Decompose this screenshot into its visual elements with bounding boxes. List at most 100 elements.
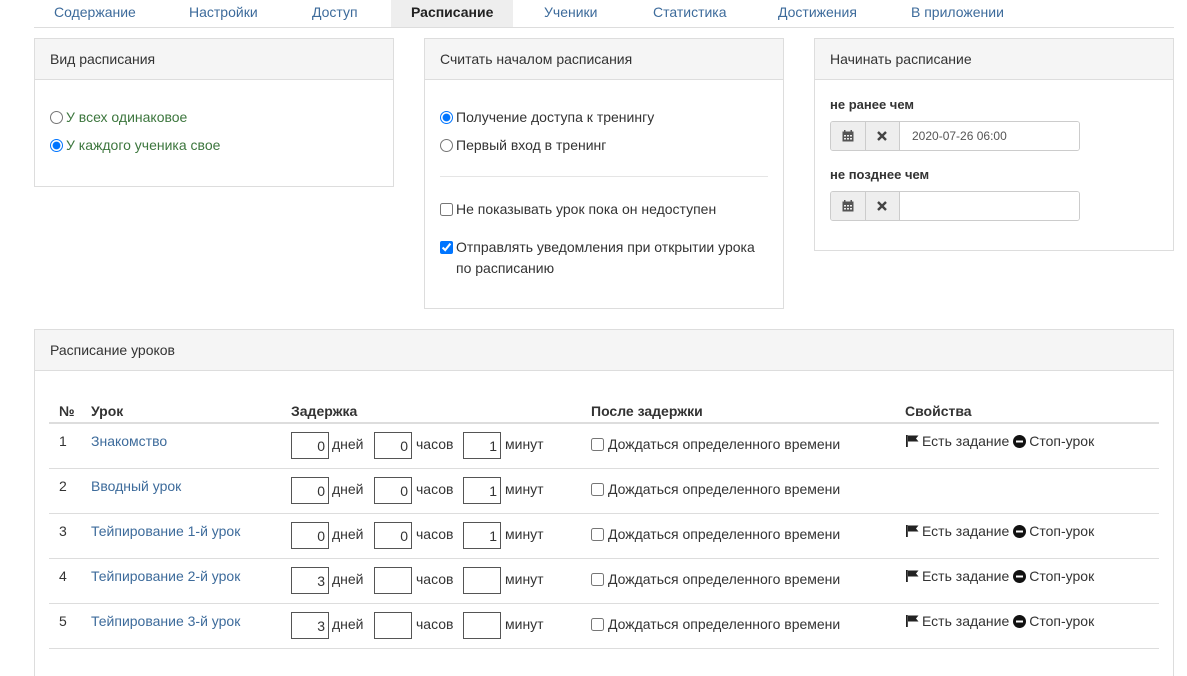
delay-days-input[interactable] (291, 477, 329, 504)
wait-specific-time-checkbox[interactable] (591, 572, 604, 586)
wait-specific-time-checkbox[interactable] (591, 617, 604, 631)
tab-bar: Содержание Настройки Доступ Расписание У… (34, 0, 1174, 28)
wait-specific-time-option[interactable]: Дождаться определенного времени (591, 481, 840, 497)
radio-individual[interactable] (50, 139, 63, 152)
hours-unit-label: часов (416, 526, 454, 542)
radio-option-individual[interactable]: У каждого ученика свое (50, 137, 220, 153)
stop-lesson-label: Стоп-урок (1029, 568, 1095, 584)
delay-minutes-input[interactable] (463, 432, 501, 459)
header-properties: Свойства (905, 403, 972, 419)
radio-access[interactable] (440, 111, 453, 124)
row-number: 4 (59, 568, 67, 584)
wait-specific-time-option[interactable]: Дождаться определенного времени (591, 526, 840, 542)
lesson-link[interactable]: Знакомство (91, 433, 167, 449)
tab-statistics[interactable]: Статистика (633, 0, 747, 26)
flag-icon (906, 570, 919, 582)
start-dates-panel: Начинать расписание не ранее чем не позд… (814, 38, 1174, 251)
delay-hours-input[interactable] (374, 477, 412, 504)
panel-title: Расписание уроков (35, 330, 1173, 371)
minutes-unit-label: минут (505, 526, 544, 542)
calendar-icon[interactable] (831, 192, 866, 220)
flag-icon (906, 525, 919, 537)
minus-circle-icon (1013, 569, 1027, 583)
wait-specific-time-checkbox[interactable] (591, 437, 604, 451)
delay-days-input[interactable] (291, 522, 329, 549)
clear-icon[interactable] (865, 122, 900, 150)
delay-days-input[interactable] (291, 612, 329, 639)
start-point-panel: Считать началом расписания Получение дос… (424, 38, 784, 309)
tab-settings[interactable]: Настройки (169, 0, 278, 26)
clear-icon[interactable] (865, 192, 900, 220)
schedule-type-panel: Вид расписания У всех одинаковое У каждо… (34, 38, 394, 187)
header-delay: Задержка (291, 403, 358, 419)
tab-in-app[interactable]: В приложении (891, 0, 1024, 26)
delay-minutes-input[interactable] (463, 522, 501, 549)
calendar-icon[interactable] (831, 122, 866, 150)
delay-minutes-input[interactable] (463, 477, 501, 504)
delay-hours-input[interactable] (374, 612, 412, 639)
tab-access[interactable]: Доступ (292, 0, 378, 26)
has-task-label: Есть задание (922, 523, 1010, 539)
checkbox-hide-unavailable[interactable] (440, 203, 453, 216)
delay-hours-input[interactable] (374, 567, 412, 594)
tab-content[interactable]: Содержание (34, 0, 156, 26)
delay-minutes-input[interactable] (463, 567, 501, 594)
header-lesson: Урок (91, 403, 124, 419)
lesson-link[interactable]: Вводный урок (91, 478, 181, 494)
wait-specific-time-checkbox[interactable] (591, 482, 604, 496)
tab-schedule[interactable]: Расписание (391, 0, 514, 27)
wait-specific-time-option[interactable]: Дождаться определенного времени (591, 616, 840, 632)
hours-unit-label: часов (416, 571, 454, 587)
delay-hours-input[interactable] (374, 432, 412, 459)
minutes-unit-label: минут (505, 571, 544, 587)
flag-icon (906, 435, 919, 447)
wait-specific-time-option[interactable]: Дождаться определенного времени (591, 436, 840, 452)
not-before-group (830, 121, 1080, 151)
checkbox-option-hide-unavailable[interactable]: Не показывать урок пока он недоступен (440, 201, 716, 217)
panel-title: Считать началом расписания (425, 39, 783, 80)
lesson-link[interactable]: Тейпирование 3-й урок (91, 613, 240, 629)
row-divider (49, 648, 1159, 649)
checkbox-option-notify[interactable]: Отправлять уведомления при открытии урок… (440, 239, 760, 279)
radio-option-access[interactable]: Получение доступа к тренингу (440, 109, 654, 125)
minutes-unit-label: минут (505, 436, 544, 452)
row-number: 2 (59, 478, 67, 494)
checkbox-notify[interactable] (440, 241, 453, 254)
divider (440, 176, 768, 177)
table-row: 4 Тейпирование 2-й урок дней часов минут Дожд… (49, 559, 1159, 604)
delay-days-input[interactable] (291, 567, 329, 594)
not-after-label: не позднее чем (830, 167, 930, 182)
not-before-input[interactable] (900, 122, 1079, 150)
radio-option-same[interactable]: У всех одинаковое (50, 109, 187, 125)
flag-icon (906, 615, 919, 627)
has-task-label: Есть задание (922, 568, 1010, 584)
delay-days-input[interactable] (291, 432, 329, 459)
lesson-link[interactable]: Тейпирование 1-й урок (91, 523, 240, 539)
not-after-group (830, 191, 1080, 221)
radio-option-first-login[interactable]: Первый вход в тренинг (440, 137, 606, 153)
wait-specific-time-option[interactable]: Дождаться определенного времени (591, 571, 840, 587)
hours-unit-label: часов (416, 436, 454, 452)
row-number: 3 (59, 523, 67, 539)
panel-title: Вид расписания (35, 39, 393, 80)
radio-same[interactable] (50, 111, 63, 124)
days-unit-label: дней (332, 571, 364, 587)
delay-hours-input[interactable] (374, 522, 412, 549)
delay-minutes-input[interactable] (463, 612, 501, 639)
radio-first-login[interactable] (440, 139, 453, 152)
days-unit-label: дней (332, 481, 364, 497)
table-row: 2 Вводный урок дней часов минут Дождаться опр… (49, 469, 1159, 514)
stop-lesson-label: Стоп-урок (1029, 523, 1095, 539)
wait-specific-time-checkbox[interactable] (591, 527, 604, 541)
has-task-label: Есть задание (922, 433, 1010, 449)
minus-circle-icon (1013, 434, 1027, 448)
lesson-link[interactable]: Тейпирование 2-й урок (91, 568, 240, 584)
days-unit-label: дней (332, 526, 364, 542)
not-after-input[interactable] (900, 192, 1079, 220)
lesson-properties: Есть задание Стоп-урок (906, 613, 1098, 629)
table-row: 3 Тейпирование 1-й урок дней часов минут Дожд… (49, 514, 1159, 559)
tab-students[interactable]: Ученики (524, 0, 617, 26)
table-row: 5 Тейпирование 3-й урок дней часов минут Дожд… (49, 604, 1159, 649)
tab-achievements[interactable]: Достижения (758, 0, 877, 26)
minus-circle-icon (1013, 524, 1027, 538)
